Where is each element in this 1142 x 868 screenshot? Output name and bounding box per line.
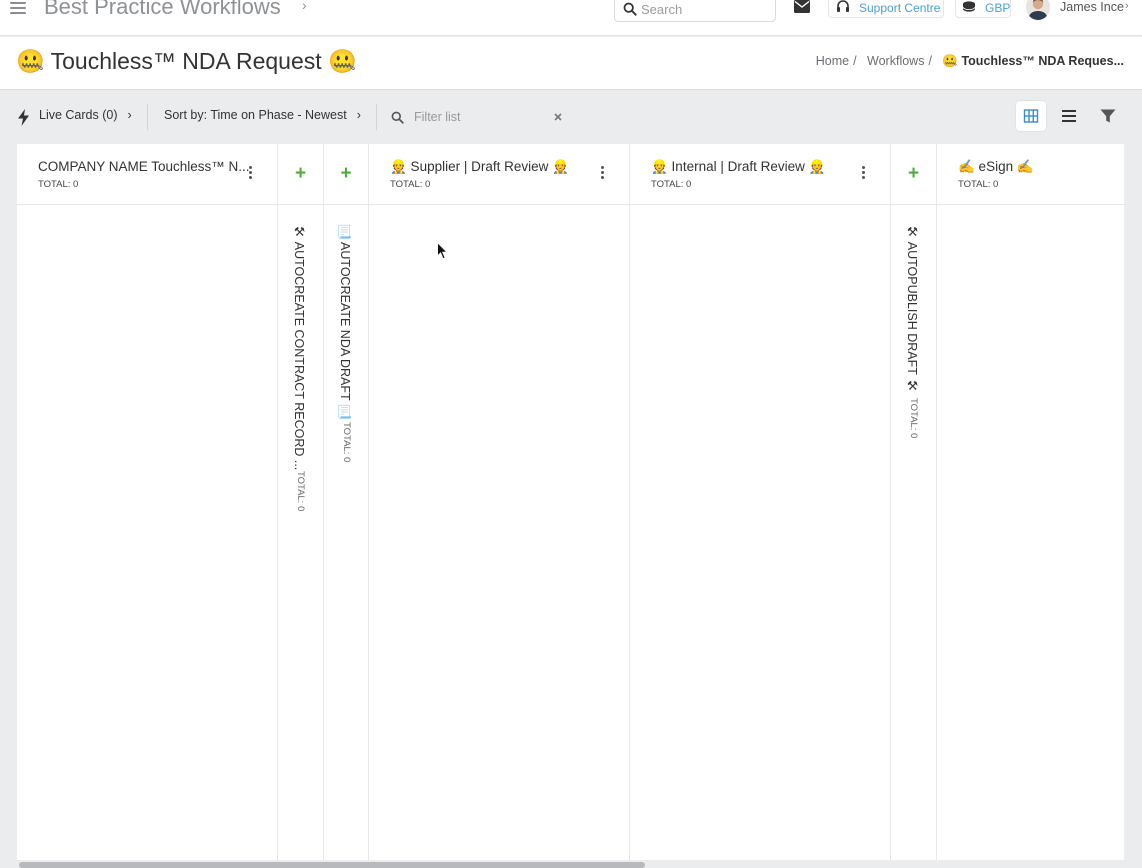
kanban-board: COMPANY NAME Touchless™ N... TOTAL: 0 + …	[17, 144, 1124, 860]
board-column: 👷 Supplier | Draft Review 👷 TOTAL: 0	[369, 144, 630, 860]
breadcrumb-separator: /	[928, 54, 932, 68]
automation-total: TOTAL: 0	[295, 471, 306, 512]
more-options-icon[interactable]	[599, 166, 605, 184]
column-total: TOTAL: 0	[38, 179, 79, 190]
column-header: 👷 Supplier | Draft Review 👷 TOTAL: 0	[369, 144, 629, 205]
list-icon	[1062, 110, 1076, 122]
chevron-right-icon: ›	[1125, 0, 1129, 12]
toolbar-divider	[376, 104, 377, 130]
coins-icon	[962, 1, 976, 12]
column-total: TOTAL: 0	[958, 179, 999, 190]
support-centre-button[interactable]: Support Centre	[828, 0, 944, 18]
avatar-portrait-icon	[1026, 0, 1050, 20]
column-title: ✍️ eSign ✍️	[958, 159, 1034, 174]
automation-column: + ⚒ AUTOCREATE CONTRACT RECORD ... TOTAL…	[278, 144, 324, 860]
list-view-button[interactable]	[1054, 101, 1084, 131]
more-options-icon[interactable]	[860, 166, 866, 184]
add-card-button[interactable]: +	[891, 164, 936, 184]
column-header: 👷 Internal | Draft Review 👷 TOTAL: 0	[630, 144, 890, 205]
support-centre-label: Support Centre	[859, 1, 941, 15]
board-toolbar: Live Cards (0) › Sort by: Time on Phase -…	[0, 91, 1142, 143]
automation-label: 📃 AUTOCREATE NDA DRAFT 📃	[338, 224, 352, 420]
clear-filter-icon[interactable]	[554, 113, 562, 121]
breadcrumb: Home / Workflows / 🤐 Touchless™ NDA Reques…	[816, 54, 1124, 69]
chevron-right-icon: ›	[127, 108, 132, 122]
grid-icon	[1023, 109, 1039, 123]
filter-button[interactable]	[1093, 101, 1123, 131]
automation-label: ⚒ AUTOPUBLISH DRAFT ⚒	[905, 224, 919, 394]
breadcrumb-workflows[interactable]: Workflows	[867, 54, 924, 68]
column-header: +	[324, 144, 368, 205]
avatar[interactable]	[1026, 0, 1050, 20]
more-options-icon[interactable]	[247, 166, 253, 184]
column-title: 👷 Supplier | Draft Review 👷	[390, 159, 569, 174]
board-view-button[interactable]	[1016, 101, 1046, 131]
column-header: +	[278, 144, 323, 205]
automation-body: ⚒ AUTOPUBLISH DRAFT ⚒ TOTAL: 0	[891, 224, 936, 824]
currency-label: GBP	[985, 1, 1011, 15]
automation-body: ⚒ AUTOCREATE CONTRACT RECORD ... TOTAL: …	[278, 224, 323, 824]
automation-total: TOTAL: 0	[908, 398, 919, 439]
automation-label: ⚒ AUTOCREATE CONTRACT RECORD ...	[292, 224, 306, 471]
mail-icon[interactable]	[794, 0, 810, 13]
board-column: COMPANY NAME Touchless™ N... TOTAL: 0	[17, 144, 278, 860]
board-column: 👷 Internal | Draft Review 👷 TOTAL: 0	[630, 144, 891, 860]
column-header: +	[891, 144, 936, 205]
live-cards-label: Live Cards (0)	[39, 108, 118, 122]
filter-list-input[interactable]	[414, 110, 544, 124]
breadcrumb-current: 🤐 Touchless™ NDA Reques...	[942, 54, 1124, 68]
top-bar: Best Practice Workflows › Support Centre…	[0, 0, 1142, 36]
funnel-icon	[1100, 109, 1116, 123]
add-card-button[interactable]: +	[324, 164, 368, 184]
sort-label: Sort by: Time on Phase - Newest	[164, 108, 347, 122]
mouse-cursor-icon	[437, 242, 449, 260]
column-total: TOTAL: 0	[390, 179, 431, 190]
column-title: 👷 Internal | Draft Review 👷	[651, 159, 826, 174]
automation-total: TOTAL: 0	[341, 422, 352, 463]
column-header: ✍️ eSign ✍️ TOTAL: 0	[937, 144, 1124, 205]
automation-column: + ⚒ AUTOPUBLISH DRAFT ⚒ TOTAL: 0	[891, 144, 937, 860]
automation-column: + 📃 AUTOCREATE NDA DRAFT 📃 TOTAL: 0	[324, 144, 369, 860]
toolbar-divider	[147, 104, 148, 130]
sort-button[interactable]: Sort by: Time on Phase - Newest ›	[164, 108, 361, 122]
user-name[interactable]: James Ince	[1060, 0, 1124, 14]
page-title: 🤐 Touchless™ NDA Request 🤐	[16, 48, 357, 74]
live-cards-button[interactable]: Live Cards (0) ›	[39, 108, 132, 122]
currency-selector[interactable]: GBP	[955, 0, 1011, 18]
board-column: ✍️ eSign ✍️ TOTAL: 0	[937, 144, 1124, 860]
search-input[interactable]	[641, 2, 769, 17]
scrollbar-thumb[interactable]	[19, 862, 645, 868]
lightning-icon	[18, 109, 29, 126]
add-card-button[interactable]: +	[278, 164, 323, 184]
column-title: COMPANY NAME Touchless™ N...	[38, 159, 250, 174]
horizontal-scrollbar[interactable]	[17, 860, 1124, 868]
column-header: COMPANY NAME Touchless™ N... TOTAL: 0	[17, 144, 277, 205]
page-header: 🤐 Touchless™ NDA Request 🤐 Home / Workflo…	[0, 37, 1142, 90]
hamburger-menu-icon[interactable]	[10, 2, 26, 16]
breadcrumb-home[interactable]: Home	[816, 54, 849, 68]
headset-icon	[837, 0, 849, 12]
search-icon	[391, 111, 404, 124]
breadcrumb-separator: /	[853, 54, 857, 68]
global-search	[614, 0, 776, 22]
chevron-right-icon: ›	[302, 0, 307, 13]
column-total: TOTAL: 0	[651, 179, 692, 190]
app-title[interactable]: Best Practice Workflows	[44, 0, 281, 20]
automation-body: 📃 AUTOCREATE NDA DRAFT 📃 TOTAL: 0	[324, 224, 368, 824]
chevron-right-icon: ›	[356, 108, 361, 122]
search-icon	[623, 2, 637, 16]
